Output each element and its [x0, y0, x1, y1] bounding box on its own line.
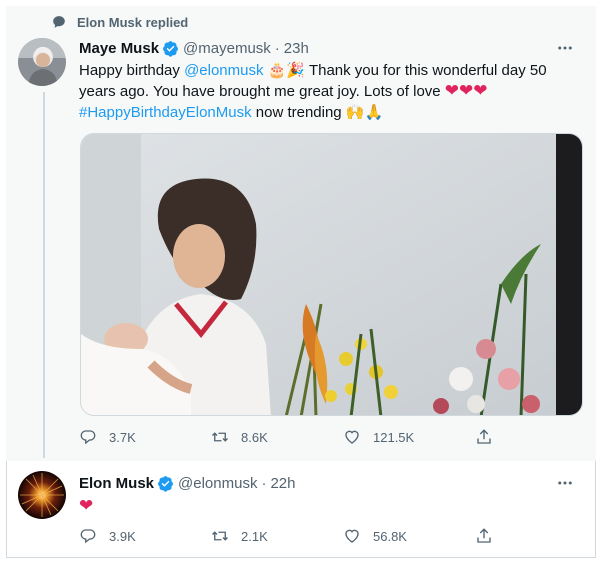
reply-count: 3.7K — [109, 429, 136, 445]
tweet-text: Happy birthday @elonmusk 🎂🎉 Thank you fo… — [79, 60, 574, 123]
party-popper-emoji: 🎉 — [286, 61, 306, 79]
author-handle[interactable]: @mayemusk — [183, 40, 271, 57]
avatar-maye-musk[interactable] — [18, 38, 66, 86]
separator-dot: · — [261, 475, 267, 492]
tweet-timestamp[interactable]: 22h — [270, 475, 295, 492]
author-name[interactable]: Elon Musk — [79, 475, 154, 492]
tweet-photo[interactable] — [80, 133, 583, 416]
heart-icon — [345, 430, 359, 444]
verified-badge-icon — [163, 41, 178, 57]
thread-connector-line — [43, 92, 45, 458]
tweet-text-segment: Happy birthday — [79, 62, 185, 79]
share-icon — [477, 528, 491, 543]
author-name[interactable]: Maye Musk — [79, 40, 159, 57]
like-count: 121.5K — [373, 429, 415, 445]
avatar-elon-musk[interactable] — [18, 471, 66, 519]
tweet-actions: 3.7K 8.6K 121.5K — [79, 428, 602, 446]
retweet-icon — [212, 531, 228, 541]
retweet-button[interactable]: 8.6K — [211, 428, 343, 446]
heart-icon — [345, 529, 359, 543]
heart-emoji: ❤ — [79, 496, 94, 516]
tweet-text-segment: now trending — [251, 104, 346, 121]
reply-button[interactable]: 3.7K — [79, 428, 211, 446]
share-button[interactable] — [475, 428, 602, 446]
tweet-header: Elon Musk @elonmusk · 22h — [79, 475, 295, 492]
raised-hands-emoji: 🙌🙏 — [345, 103, 384, 121]
reply-count: 3.9K — [109, 528, 136, 544]
hashtag-link[interactable]: #HappyBirthdayElonMusk — [79, 104, 252, 121]
separator-dot: · — [274, 40, 280, 57]
retweet-icon — [212, 432, 228, 442]
tweet-text: ❤ — [79, 496, 93, 516]
retweet-button[interactable]: 2.1K — [211, 527, 343, 545]
reply-button[interactable]: 3.9K — [79, 527, 211, 545]
reply-icon — [80, 529, 96, 544]
like-count: 56.8K — [373, 528, 407, 544]
speech-bubble-icon — [53, 16, 65, 28]
reply-context-label: Elon Musk replied — [77, 14, 189, 30]
retweet-count: 8.6K — [241, 429, 268, 445]
tweet-timestamp[interactable]: 23h — [284, 40, 309, 57]
retweet-count: 2.1K — [241, 528, 268, 544]
tweet-actions: 3.9K 2.1K 56.8K — [79, 527, 602, 545]
tweet-header: Maye Musk @mayemusk · 23h — [79, 40, 309, 57]
hearts-emoji: ❤❤❤ — [444, 81, 488, 101]
like-button[interactable]: 56.8K — [343, 527, 475, 545]
mention-link[interactable]: @elonmusk — [184, 62, 263, 79]
more-horizontal-icon[interactable] — [556, 39, 574, 57]
like-button[interactable]: 121.5K — [343, 428, 475, 446]
author-handle[interactable]: @elonmusk — [178, 475, 257, 492]
cake-emoji: 🎂 — [267, 61, 287, 79]
verified-badge-icon — [158, 476, 173, 492]
share-button[interactable] — [475, 527, 602, 545]
share-icon — [477, 429, 491, 444]
reply-icon — [80, 430, 96, 445]
reply-context: Elon Musk replied — [52, 14, 189, 30]
more-horizontal-icon[interactable] — [556, 474, 574, 492]
